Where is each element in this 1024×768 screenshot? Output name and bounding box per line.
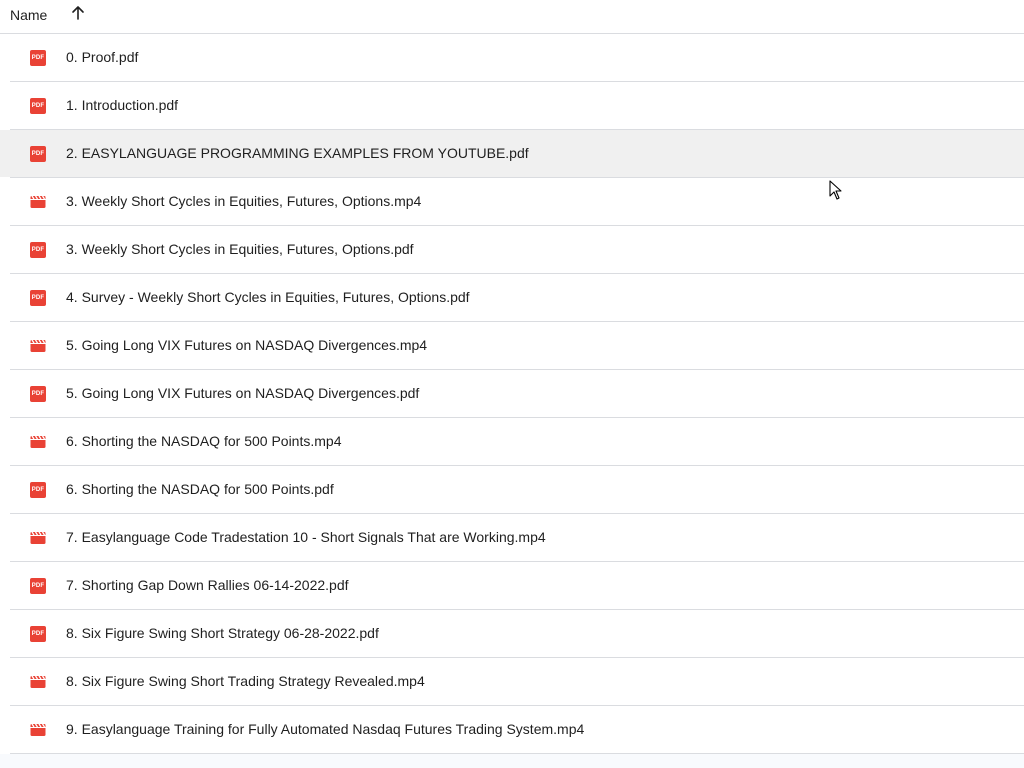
- video-icon: [30, 722, 46, 738]
- file-row[interactable]: 8. Six Figure Swing Short Trading Strate…: [0, 658, 1024, 706]
- file-row[interactable]: PDF 1. Introduction.pdf: [0, 82, 1024, 130]
- pdf-icon: PDF: [30, 242, 46, 258]
- file-row[interactable]: PDF 7. Shorting Gap Down Rallies 06-14-20…: [0, 562, 1024, 610]
- video-icon: [30, 434, 46, 450]
- pdf-icon: PDF: [30, 146, 46, 162]
- pdf-icon: PDF: [30, 386, 46, 402]
- pdf-icon: PDF: [30, 290, 46, 306]
- file-name[interactable]: 6. Shorting the NASDAQ for 500 Points.pd…: [66, 481, 334, 497]
- bottom-bar: [0, 754, 1024, 768]
- file-name[interactable]: 6. Shorting the NASDAQ for 500 Points.mp…: [66, 433, 341, 449]
- file-name[interactable]: 7. Easylanguage Code Tradestation 10 - S…: [66, 529, 546, 545]
- file-row[interactable]: 7. Easylanguage Code Tradestation 10 - S…: [0, 514, 1024, 562]
- file-row[interactable]: PDF 8. Six Figure Swing Short Strategy 06…: [0, 610, 1024, 658]
- file-name[interactable]: 0. Proof.pdf: [66, 49, 138, 65]
- file-list: PDF 0. Proof.pdf PDF 1. Introduction.pdf PDF…: [0, 34, 1024, 754]
- sort-ascending-arrow-icon[interactable]: [70, 4, 86, 22]
- file-name[interactable]: 8. Six Figure Swing Short Strategy 06-28…: [66, 625, 379, 641]
- file-row[interactable]: PDF 6. Shorting the NASDAQ for 500 Points…: [0, 466, 1024, 514]
- pdf-icon: PDF: [30, 578, 46, 594]
- video-icon: [30, 194, 46, 210]
- file-row[interactable]: 6. Shorting the NASDAQ for 500 Points.mp…: [0, 418, 1024, 466]
- file-row[interactable]: 5. Going Long VIX Futures on NASDAQ Dive…: [0, 322, 1024, 370]
- file-name[interactable]: 9. Easylanguage Training for Fully Autom…: [66, 721, 584, 737]
- file-row[interactable]: 3. Weekly Short Cycles in Equities, Futu…: [0, 178, 1024, 226]
- file-row[interactable]: PDF 3. Weekly Short Cycles in Equities, F…: [0, 226, 1024, 274]
- video-icon: [30, 530, 46, 546]
- file-name[interactable]: 5. Going Long VIX Futures on NASDAQ Dive…: [66, 385, 419, 401]
- mouse-cursor-icon: [829, 180, 842, 200]
- file-list-header: Name: [0, 0, 1024, 34]
- name-column-header[interactable]: Name: [10, 7, 47, 23]
- file-name[interactable]: 8. Six Figure Swing Short Trading Strate…: [66, 673, 425, 689]
- pdf-icon: PDF: [30, 626, 46, 642]
- pdf-icon: PDF: [30, 482, 46, 498]
- file-name[interactable]: 1. Introduction.pdf: [66, 97, 178, 113]
- file-name[interactable]: 4. Survey - Weekly Short Cycles in Equit…: [66, 289, 470, 305]
- file-name[interactable]: 3. Weekly Short Cycles in Equities, Futu…: [66, 193, 421, 209]
- file-row[interactable]: PDF 5. Going Long VIX Futures on NASDAQ D…: [0, 370, 1024, 418]
- file-name[interactable]: 7. Shorting Gap Down Rallies 06-14-2022.…: [66, 577, 349, 593]
- file-name[interactable]: 2. EASYLANGUAGE PROGRAMMING EXAMPLES FRO…: [66, 145, 529, 161]
- pdf-icon: PDF: [30, 50, 46, 66]
- pdf-icon: PDF: [30, 98, 46, 114]
- file-name[interactable]: 3. Weekly Short Cycles in Equities, Futu…: [66, 241, 414, 257]
- file-row[interactable]: 9. Easylanguage Training for Fully Autom…: [0, 706, 1024, 754]
- video-icon: [30, 338, 46, 354]
- file-name[interactable]: 5. Going Long VIX Futures on NASDAQ Dive…: [66, 337, 427, 353]
- video-icon: [30, 674, 46, 690]
- file-row[interactable]: PDF 2. EASYLANGUAGE PROGRAMMING EXAMPLES …: [0, 130, 1024, 178]
- file-row[interactable]: PDF 0. Proof.pdf: [0, 34, 1024, 82]
- file-row[interactable]: PDF 4. Survey - Weekly Short Cycles in Eq…: [0, 274, 1024, 322]
